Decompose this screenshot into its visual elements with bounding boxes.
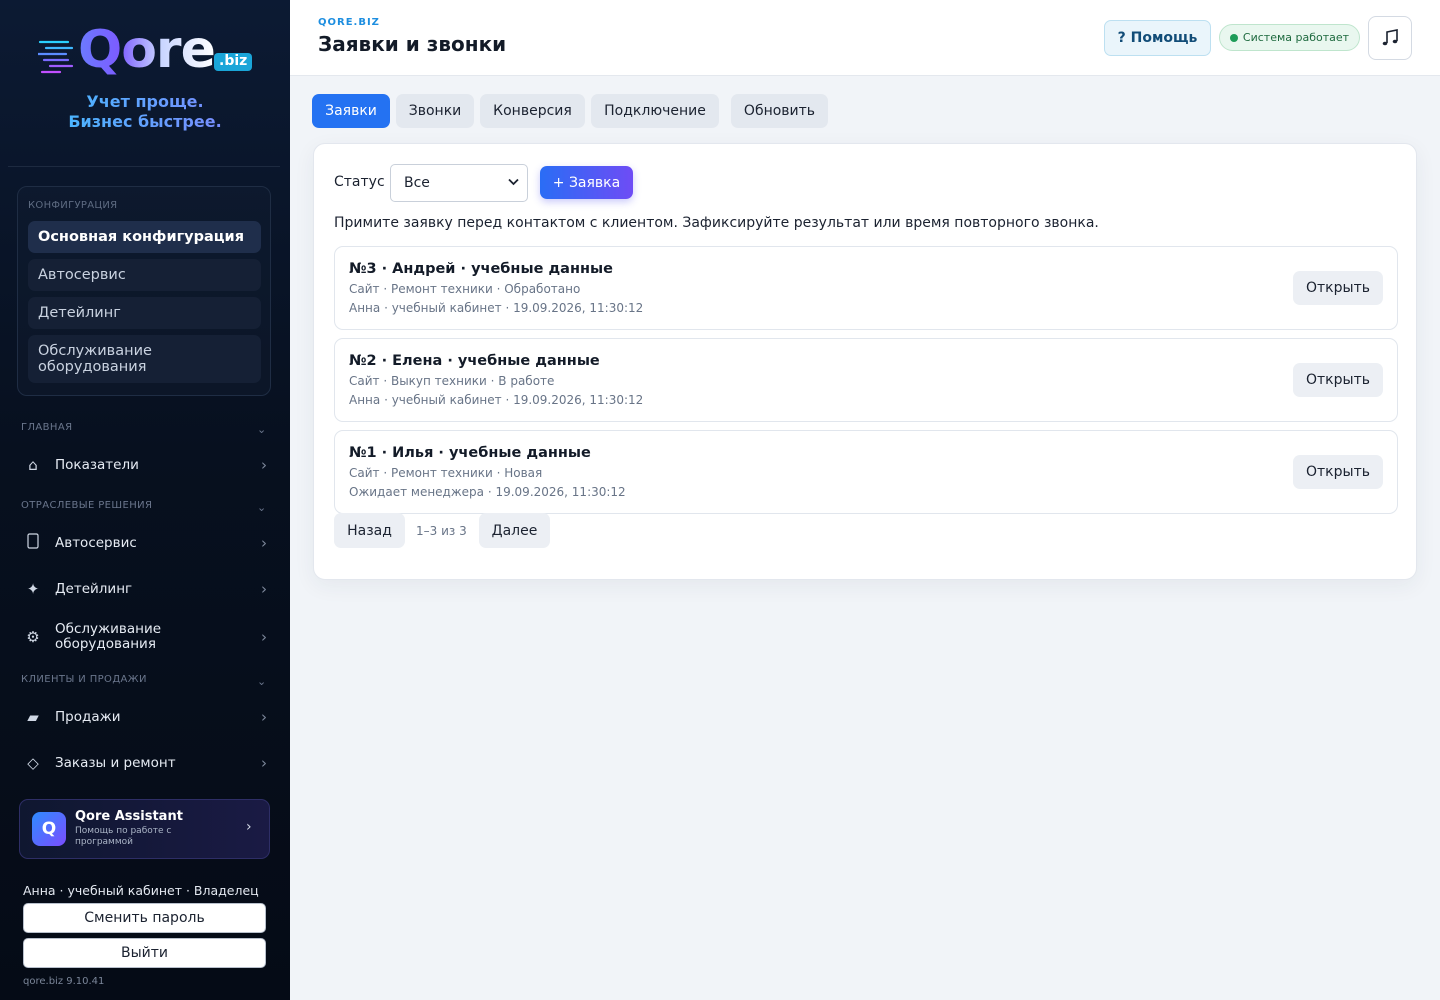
diamond-icon: ◇: [27, 754, 39, 772]
config-item-autoservice[interactable]: Автосервис: [28, 259, 261, 291]
nav-item-indicators[interactable]: ⌂ Показатели ›: [16, 445, 276, 485]
hint-text: Примите заявку перед контактом с клиенто…: [334, 215, 1099, 231]
status-select-value: Все: [404, 175, 430, 191]
nav-item-orders[interactable]: ◇ Заказы и ремонт ›: [16, 743, 276, 783]
tab-leads[interactable]: Заявки: [312, 94, 390, 128]
change-password-button[interactable]: Сменить пароль: [23, 903, 266, 933]
chevron-right-icon: ›: [246, 819, 252, 835]
app-version: qore.biz 9.10.41: [23, 976, 105, 987]
lead-meta: Сайт · Ремонт техники · Новая: [349, 466, 543, 480]
assistant-subtitle: Помощь по работе с программой: [75, 826, 172, 847]
lead-title: №2 · Елена · учебные данные: [349, 353, 600, 369]
nav-item-label: Обслуживание оборудования: [55, 621, 162, 652]
section-title-industry: ОТРАСЛЕВЫЕ РЕШЕНИЯ: [21, 500, 153, 511]
leads-card: Статус Все + Заявка Примите заявку перед…: [313, 143, 1417, 580]
open-lead-button[interactable]: Открыть: [1293, 363, 1383, 397]
lead-owner: Ожидает менеджера · 19.09.2026, 11:30:12: [349, 485, 626, 499]
chevron-right-icon: ›: [261, 580, 267, 598]
sidebar: Qore .biz Учет проще. Бизнес быстрее. КО…: [0, 0, 290, 1000]
chevron-right-icon: ›: [261, 628, 267, 646]
chevron-down-icon[interactable]: ⌄: [257, 675, 266, 688]
status-select[interactable]: Все: [390, 164, 528, 202]
lead-owner: Анна · учебный кабинет · 19.09.2026, 11:…: [349, 301, 644, 315]
nav-item-autoservice[interactable]: Автосервис ›: [16, 523, 276, 563]
chevron-right-icon: ›: [261, 708, 267, 726]
status-filter-label: Статус: [334, 174, 385, 190]
nav-item-label: Продажи: [55, 708, 121, 725]
music-note-icon: [1382, 29, 1398, 46]
header-brand: QORE.BIZ: [318, 17, 380, 28]
help-button[interactable]: ? Помощь: [1104, 20, 1211, 56]
chevron-right-icon: ›: [261, 534, 267, 552]
nav-item-label: Автосервис: [55, 534, 137, 551]
home-icon: ⌂: [28, 456, 38, 474]
pagination-info: 1–3 из 3: [416, 524, 467, 538]
logo-suffix: .biz: [214, 53, 253, 71]
logout-button[interactable]: Выйти: [23, 938, 266, 968]
music-button[interactable]: [1368, 16, 1412, 60]
logo[interactable]: Qore .biz: [0, 14, 290, 84]
nav-item-detailing[interactable]: ✦ Детейлинг ›: [16, 569, 276, 609]
logo-text: Qore: [78, 20, 216, 80]
chevron-right-icon: ›: [261, 754, 267, 772]
assistant-logo: Q: [32, 812, 66, 846]
status-badge: Система работает: [1219, 24, 1360, 51]
chevron-down-icon[interactable]: ⌄: [257, 501, 266, 514]
assistant-title: Qore Assistant: [75, 809, 183, 824]
status-text: Система работает: [1242, 31, 1350, 44]
lead-title: №3 · Андрей · учебные данные: [349, 261, 613, 277]
lead-owner: Анна · учебный кабинет · 19.09.2026, 11:…: [349, 393, 644, 407]
user-info: Анна · учебный кабинет · Владелец: [23, 883, 259, 898]
nav-item-label: Детейлинг: [55, 580, 133, 597]
status-dot-icon: [1229, 33, 1238, 42]
car-icon: [16, 533, 50, 553]
section-title-main: ГЛАВНАЯ: [21, 422, 73, 433]
config-item-equipment[interactable]: Обслуживание оборудования: [28, 335, 261, 383]
chevron-right-icon: ›: [261, 456, 267, 474]
tagline: Учет проще. Бизнес быстрее.: [0, 92, 290, 132]
page-title: Заявки и звонки: [318, 32, 507, 56]
section-title-clients: КЛИЕНТЫ И ПРОДАЖИ: [21, 674, 147, 685]
config-item-detailing[interactable]: Детейлинг: [28, 297, 261, 329]
nav-item-equipment[interactable]: ⚙ Обслуживание оборудования ›: [16, 617, 276, 657]
config-item-main[interactable]: Основная конфигурация: [28, 221, 261, 253]
config-panel: КОНФИГУРАЦИЯ Основная конфигурация Автос…: [17, 186, 271, 396]
prev-page-button[interactable]: Назад: [334, 513, 405, 548]
nav-item-label: Заказы и ремонт: [55, 754, 176, 771]
tab-refresh[interactable]: Обновить: [731, 94, 828, 128]
sidebar-divider: [8, 166, 280, 167]
gear-icon: ⚙: [26, 628, 40, 646]
open-lead-button[interactable]: Открыть: [1293, 271, 1383, 305]
next-page-button[interactable]: Далее: [479, 513, 550, 548]
open-lead-button[interactable]: Открыть: [1293, 455, 1383, 489]
chevron-down-icon[interactable]: ⌄: [257, 423, 266, 436]
tab-conversion[interactable]: Конверсия: [480, 94, 585, 128]
add-lead-button[interactable]: + Заявка: [540, 166, 633, 199]
sparkle-icon: ✦: [26, 580, 40, 598]
lead-item: №1 · Илья · учебные данные Сайт · Ремонт…: [334, 430, 1398, 514]
tab-connection[interactable]: Подключение: [591, 94, 719, 128]
tag-icon: ▰: [27, 708, 39, 726]
lead-item: №3 · Андрей · учебные данные Сайт · Ремо…: [334, 246, 1398, 330]
lead-meta: Сайт · Выкуп техники · В работе: [349, 374, 555, 388]
lead-meta: Сайт · Ремонт техники · Обработано: [349, 282, 581, 296]
chevron-down-icon: [508, 176, 519, 189]
nav-item-sales[interactable]: ▰ Продажи ›: [16, 697, 276, 737]
tab-calls[interactable]: Звонки: [396, 94, 474, 128]
assistant-card[interactable]: Q Qore Assistant Помощь по работе с прог…: [19, 799, 270, 859]
lead-title: №1 · Илья · учебные данные: [349, 445, 591, 461]
config-title: КОНФИГУРАЦИЯ: [28, 200, 118, 211]
lead-item: №2 · Елена · учебные данные Сайт · Выкуп…: [334, 338, 1398, 422]
top-header: QORE.BIZ Заявки и звонки ? Помощь Систем…: [290, 0, 1440, 76]
nav-item-label: Показатели: [55, 456, 139, 473]
